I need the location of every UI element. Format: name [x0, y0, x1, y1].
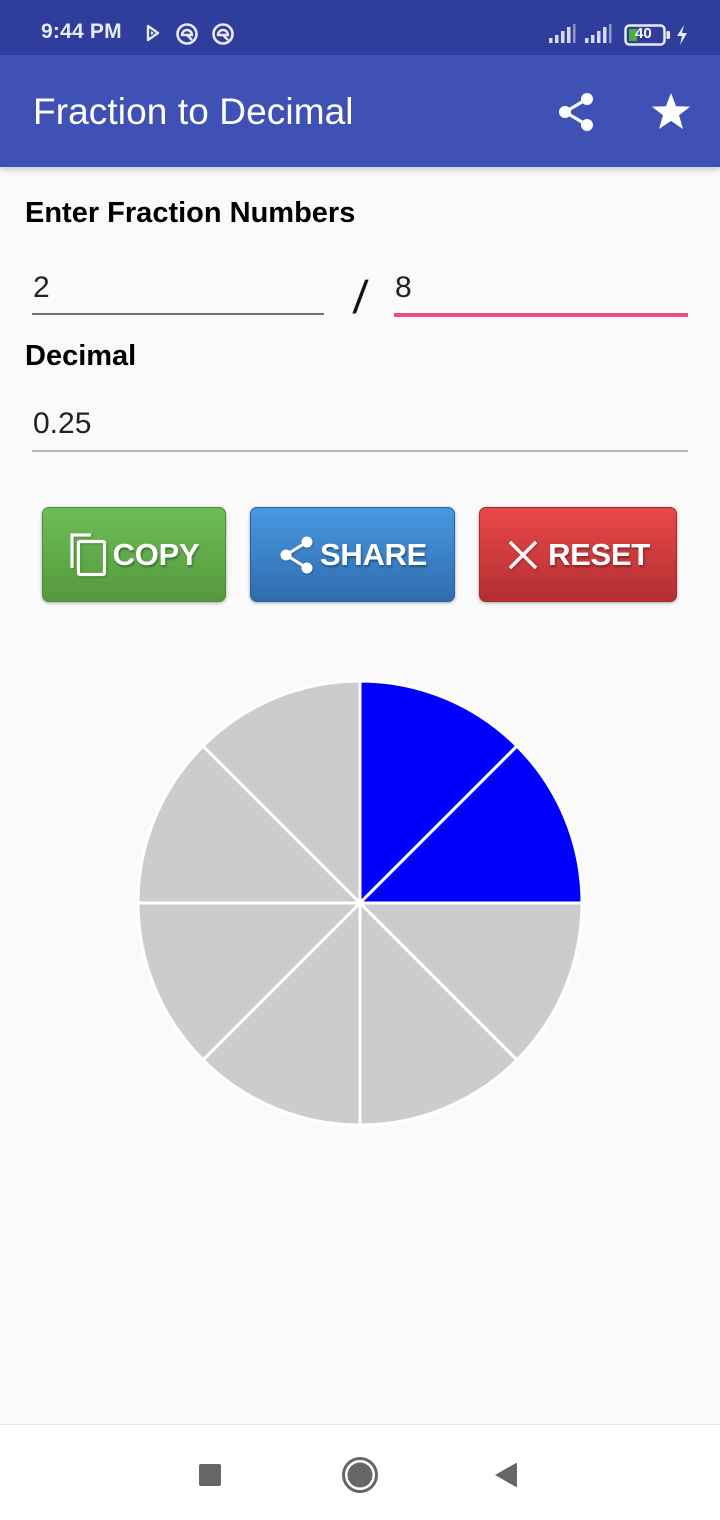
recents-square-icon: [199, 1464, 221, 1486]
home-circle-icon: [342, 1457, 378, 1493]
favorite-action-button[interactable]: [647, 88, 695, 136]
decimal-output[interactable]: [32, 404, 688, 444]
denominator-input[interactable]: [394, 268, 688, 308]
signal-icon: [584, 24, 612, 49]
close-icon: [508, 540, 538, 569]
decimal-underline: [32, 450, 688, 452]
share-icon: [559, 93, 593, 131]
app-title: Fraction to Decimal: [33, 91, 354, 132]
reset-label: RESET: [548, 536, 650, 572]
denominator-field[interactable]: [394, 268, 688, 317]
vpn-ring-icon: [211, 22, 235, 51]
copy-label: COPY: [112, 536, 200, 572]
denominator-underline-focused: [394, 313, 688, 317]
battery-level: 40: [635, 25, 652, 42]
fraction-separator: /: [351, 271, 370, 323]
reset-button[interactable]: RESET: [479, 507, 677, 602]
share-button[interactable]: SHARE: [250, 507, 455, 602]
copy-button[interactable]: COPY: [42, 507, 226, 602]
home-button[interactable]: [340, 1455, 380, 1495]
status-bar: 9:44 PM 40: [0, 0, 720, 55]
back-triangle-icon: [495, 1462, 517, 1488]
star-icon: [651, 92, 691, 130]
recents-button[interactable]: [190, 1455, 230, 1495]
vpn-ring-icon: [175, 22, 199, 51]
numerator-underline: [32, 313, 324, 315]
share-label: SHARE: [319, 536, 427, 572]
back-button[interactable]: [486, 1455, 526, 1495]
numerator-field[interactable]: [32, 268, 324, 315]
navigation-bar: [0, 1424, 720, 1520]
share-action-button[interactable]: [552, 88, 600, 136]
copy-icon: [70, 532, 106, 576]
signal-icon: [548, 24, 576, 49]
status-time: 9:44 PM: [41, 20, 122, 43]
charging-bolt-icon: [676, 25, 688, 50]
battery-icon: 40: [624, 24, 672, 46]
play-store-icon: [146, 24, 160, 46]
decimal-field[interactable]: [32, 404, 688, 452]
fraction-label: Enter Fraction Numbers: [25, 197, 356, 229]
share-icon: [280, 536, 313, 573]
app-bar: Fraction to Decimal: [0, 55, 720, 167]
decimal-label: Decimal: [25, 340, 137, 372]
screen: 9:44 PM 40 Fraction to Decimal Enter Fra…: [0, 0, 720, 1520]
fraction-pie-chart: [136, 679, 584, 1127]
numerator-input[interactable]: [32, 268, 324, 308]
